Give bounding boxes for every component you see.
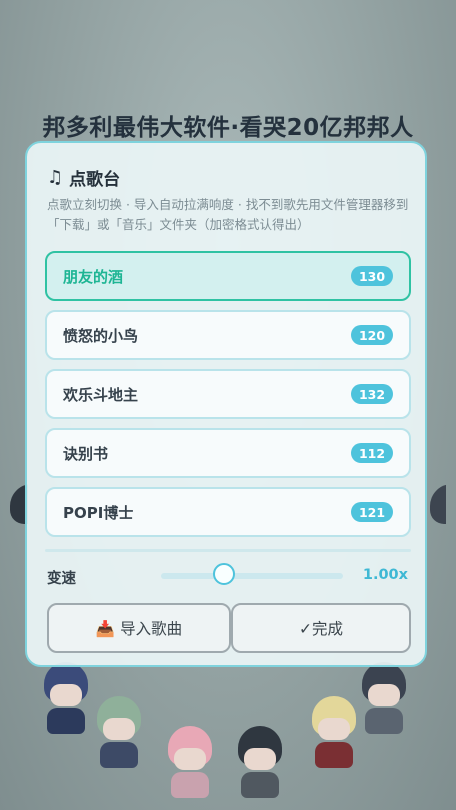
speed-slider-track[interactable]: [161, 573, 343, 579]
list-scroll-edge: [45, 549, 411, 552]
chibi-figure-decoration: [44, 662, 88, 734]
song-picker-dialog: ♫ 点歌台 点歌立刻切换 · 导入自动拉满响度 · 找不到歌先用文件管理器移到「…: [25, 141, 427, 667]
song-name: 欢乐斗地主: [63, 385, 139, 404]
song-item[interactable]: 欢乐斗地主 132: [45, 369, 411, 419]
song-count-badge: 121: [351, 502, 393, 522]
song-count-badge: 112: [351, 443, 393, 463]
song-item[interactable]: 愤怒的小鸟 120: [45, 310, 411, 360]
chibi-figure-decoration: [430, 484, 446, 524]
dialog-description: 点歌立刻切换 · 导入自动拉满响度 · 找不到歌先用文件管理器移到「下载」或「音…: [47, 197, 409, 232]
done-button-label: ✓完成: [299, 620, 343, 638]
chibi-figure-decoration: [312, 696, 356, 768]
song-count-badge: 130: [351, 266, 393, 286]
song-list[interactable]: 朋友的酒 130 愤怒的小鸟 120 欢乐斗地主 132 诀别书 112 POP…: [45, 251, 411, 551]
song-name: POPI博士: [63, 503, 134, 522]
song-count-badge: 132: [351, 384, 393, 404]
chibi-figure-decoration: [238, 726, 282, 798]
song-item-selected[interactable]: 朋友的酒 130: [45, 251, 411, 301]
chibi-figure-decoration: [168, 726, 212, 798]
song-name: 诀别书: [63, 444, 109, 463]
app-title: 邦多利最伟大软件·看哭20亿邦邦人: [42, 115, 414, 141]
song-count-badge: 120: [351, 325, 393, 345]
song-item[interactable]: POPI博士 121: [45, 487, 411, 537]
song-name: 愤怒的小鸟: [63, 326, 139, 345]
speed-value: 1.00x: [362, 567, 408, 583]
dialog-title: 点歌台: [69, 170, 121, 190]
song-item[interactable]: 诀别书 112: [45, 428, 411, 478]
chibi-figure-decoration: [362, 662, 406, 734]
import-button-label: 📥 导入歌曲: [95, 620, 183, 638]
done-button[interactable]: ✓完成: [231, 603, 411, 653]
music-note-icon: ♫: [47, 167, 64, 188]
speed-label: 变速: [47, 571, 76, 587]
chibi-figure-decoration: [97, 696, 141, 768]
speed-slider-thumb[interactable]: [213, 563, 235, 585]
import-song-button[interactable]: 📥 导入歌曲: [47, 603, 231, 653]
dialog-header: ♫ 点歌台: [47, 165, 120, 190]
song-name: 朋友的酒: [63, 267, 124, 286]
